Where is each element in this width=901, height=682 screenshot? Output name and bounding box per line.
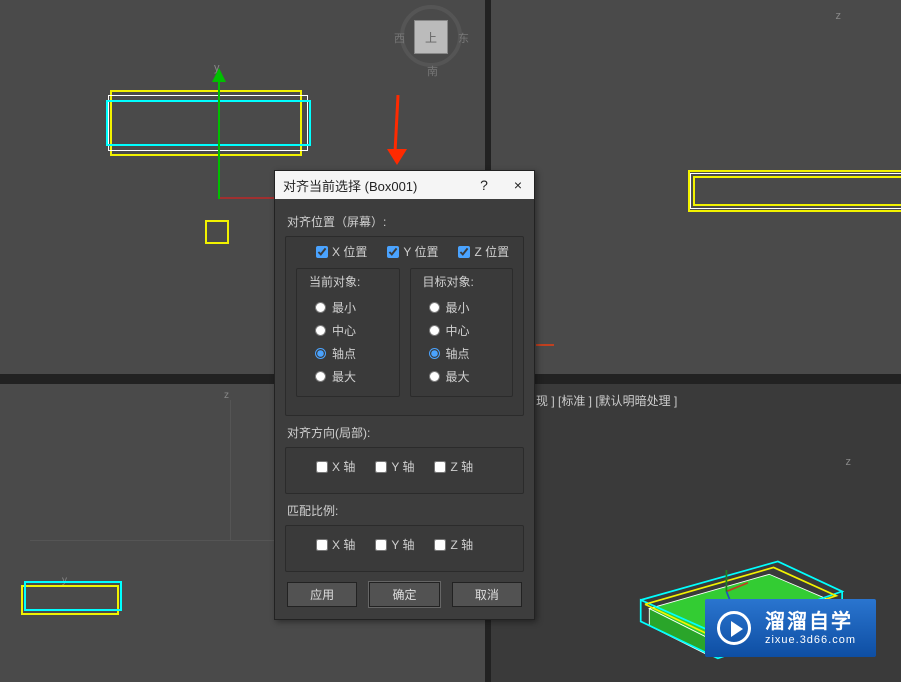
apply-button[interactable]: 应用 — [287, 582, 357, 607]
target-object-group: 目标对象: 最小 中心 轴点 最大 — [410, 268, 514, 397]
dialog-titlebar[interactable]: 对齐当前选择 (Box001) ? × — [275, 171, 534, 199]
current-min-label: 最小 — [332, 299, 356, 316]
help-button[interactable]: ? — [476, 177, 492, 193]
viewcube-dir-s[interactable]: 南 — [427, 63, 438, 79]
axis-z-label-tr: z — [836, 10, 842, 22]
box-outline-cyan — [106, 100, 311, 146]
target-pivot-radio[interactable]: 轴点 — [421, 342, 503, 365]
target-center-label: 中心 — [446, 322, 470, 339]
x-position-label: X 位置 — [332, 243, 367, 260]
axis-x-line — [218, 197, 274, 199]
play-icon — [717, 611, 751, 645]
scale-y-label: Y 轴 — [391, 536, 414, 553]
orient-y-input[interactable] — [375, 461, 387, 473]
close-button[interactable]: × — [510, 177, 526, 193]
y-position-checkbox[interactable]: Y 位置 — [387, 243, 438, 260]
axis-y-label: y — [214, 62, 220, 74]
y-position-label: Y 位置 — [403, 243, 438, 260]
scale-x-label: X 轴 — [332, 536, 355, 553]
orientation-section: X 轴 Y 轴 Z 轴 — [285, 447, 524, 494]
orient-x-checkbox[interactable]: X 轴 — [316, 458, 355, 475]
viewcube[interactable]: 上 南 东 西 — [400, 5, 460, 65]
viewport-label[interactable]: 现 ] [标准 ] [默认明暗处理 ] — [536, 392, 677, 409]
gizmo-handle[interactable] — [205, 220, 229, 244]
current-max-radio[interactable]: 最大 — [307, 365, 389, 388]
target-pivot-label: 轴点 — [446, 345, 470, 362]
axis-line-h-bl — [30, 540, 275, 541]
target-min-radio[interactable]: 最小 — [421, 296, 503, 319]
scale-z-checkbox[interactable]: Z 轴 — [434, 536, 473, 553]
dialog-title: 对齐当前选择 (Box001) — [283, 176, 417, 195]
box-front-outline-yellow-inner — [693, 176, 901, 206]
y-position-input[interactable] — [387, 246, 399, 258]
align-dialog: 对齐当前选择 (Box001) ? × 对齐位置（屏幕）: X 位置 Y 位置 … — [274, 170, 535, 620]
scale-y-input[interactable] — [375, 539, 387, 551]
scale-section-label: 匹配比例: — [287, 502, 524, 519]
current-center-label: 中心 — [332, 322, 356, 339]
current-max-label: 最大 — [332, 368, 356, 385]
orient-y-label: Y 轴 — [391, 458, 414, 475]
watermark: 溜溜自学 zixue.3d66.com — [705, 599, 876, 657]
viewcube-face-top[interactable]: 上 — [414, 20, 448, 54]
axis-z-label-bl: z — [224, 390, 229, 401]
current-pivot-label: 轴点 — [332, 345, 356, 362]
current-object-group: 当前对象: 最小 中心 轴点 最大 — [296, 268, 400, 397]
scale-x-input[interactable] — [316, 539, 328, 551]
position-section: X 位置 Y 位置 Z 位置 当前对象: 最小 中心 轴点 最大 — [285, 236, 524, 416]
current-pivot-radio[interactable]: 轴点 — [307, 342, 389, 365]
viewcube-dir-e[interactable]: 东 — [458, 30, 469, 46]
viewcube-dir-w[interactable]: 西 — [394, 30, 405, 46]
axis-z-label-br: z — [846, 456, 852, 468]
x-position-checkbox[interactable]: X 位置 — [316, 243, 367, 260]
orientation-section-label: 对齐方向(局部): — [287, 424, 524, 441]
orient-z-input[interactable] — [434, 461, 446, 473]
target-max-radio[interactable]: 最大 — [421, 365, 503, 388]
target-max-label: 最大 — [446, 368, 470, 385]
current-object-title: 当前对象: — [309, 273, 389, 292]
orient-z-checkbox[interactable]: Z 轴 — [434, 458, 473, 475]
orient-x-label: X 轴 — [332, 458, 355, 475]
scale-z-input[interactable] — [434, 539, 446, 551]
orient-x-input[interactable] — [316, 461, 328, 473]
box-left-cyan — [24, 581, 122, 611]
axis-line-v-bl — [230, 400, 231, 540]
scale-x-checkbox[interactable]: X 轴 — [316, 536, 355, 553]
position-section-label: 对齐位置（屏幕）: — [287, 213, 524, 230]
z-position-label: Z 位置 — [474, 243, 509, 260]
current-min-radio[interactable]: 最小 — [307, 296, 389, 319]
target-object-title: 目标对象: — [423, 273, 503, 292]
axis-y-stub — [218, 155, 220, 199]
target-min-label: 最小 — [446, 299, 470, 316]
orient-z-label: Z 轴 — [450, 458, 473, 475]
ok-button[interactable]: 确定 — [369, 582, 439, 607]
z-position-checkbox[interactable]: Z 位置 — [458, 243, 509, 260]
z-position-input[interactable] — [458, 246, 470, 258]
orient-y-checkbox[interactable]: Y 轴 — [375, 458, 414, 475]
current-center-radio[interactable]: 中心 — [307, 319, 389, 342]
cancel-button[interactable]: 取消 — [452, 582, 522, 607]
x-position-input[interactable] — [316, 246, 328, 258]
axis-fragment-red — [536, 344, 554, 346]
watermark-url: zixue.3d66.com — [765, 634, 856, 647]
watermark-brand: 溜溜自学 — [765, 611, 856, 634]
target-center-radio[interactable]: 中心 — [421, 319, 503, 342]
scale-y-checkbox[interactable]: Y 轴 — [375, 536, 414, 553]
scale-section: X 轴 Y 轴 Z 轴 — [285, 525, 524, 572]
scale-z-label: Z 轴 — [450, 536, 473, 553]
annotation-arrow — [395, 95, 398, 153]
